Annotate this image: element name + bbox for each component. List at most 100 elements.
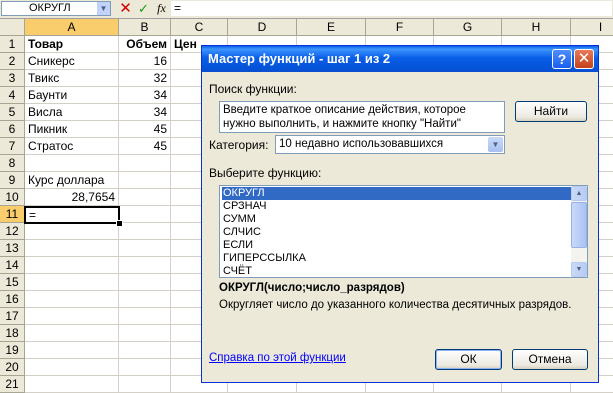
column-header-f[interactable]: F bbox=[366, 19, 434, 36]
function-list-item[interactable]: ЕСЛИ bbox=[222, 239, 571, 252]
enter-formula-icon[interactable]: ✓ bbox=[135, 1, 152, 16]
function-list-item[interactable]: СЛЧИС bbox=[222, 226, 571, 239]
find-button[interactable]: Найти bbox=[515, 101, 587, 122]
column-header-g[interactable]: G bbox=[434, 19, 502, 36]
chevron-down-icon[interactable]: ▼ bbox=[488, 137, 503, 152]
column-header-h[interactable]: H bbox=[502, 19, 571, 36]
cell-a19[interactable] bbox=[25, 342, 119, 359]
column-header-i[interactable]: I bbox=[571, 19, 613, 36]
cell-b21[interactable] bbox=[119, 376, 171, 393]
function-list-item[interactable]: СРЗНАЧ bbox=[222, 200, 571, 213]
row-header-11[interactable]: 11 bbox=[0, 206, 25, 223]
row-header-16[interactable]: 16 bbox=[0, 291, 25, 308]
scrollbar-thumb[interactable] bbox=[571, 202, 587, 248]
cell-a4[interactable]: Баунти bbox=[25, 87, 119, 104]
row-header-12[interactable]: 12 bbox=[0, 223, 25, 240]
cell-b12[interactable] bbox=[119, 223, 171, 240]
cell-a8[interactable] bbox=[25, 155, 119, 172]
column-header-e[interactable]: E bbox=[297, 19, 366, 36]
row-header-4[interactable]: 4 bbox=[0, 87, 25, 104]
cell-a2[interactable]: Сникерс bbox=[25, 53, 119, 70]
row-header-2[interactable]: 2 bbox=[0, 53, 25, 70]
cell-a15[interactable] bbox=[25, 274, 119, 291]
cell-b11[interactable] bbox=[119, 206, 171, 223]
cell-b14[interactable] bbox=[119, 257, 171, 274]
row-header-15[interactable]: 15 bbox=[0, 274, 25, 291]
function-list-item[interactable]: ГИПЕРССЫЛКА bbox=[222, 252, 571, 265]
cell-a7[interactable]: Стратос bbox=[25, 138, 119, 155]
category-select[interactable]: 10 недавно использовавшихся ▼ bbox=[275, 135, 505, 154]
cell-a5[interactable]: Висла bbox=[25, 104, 119, 121]
active-cell[interactable]: = bbox=[24, 206, 120, 224]
cell-b1[interactable]: Объем bbox=[119, 36, 171, 53]
column-header-d[interactable]: D bbox=[228, 19, 297, 36]
row-header-21[interactable]: 21 bbox=[0, 376, 25, 393]
function-list-item[interactable]: СЧЁТ bbox=[222, 265, 571, 278]
cell-b16[interactable] bbox=[119, 291, 171, 308]
row-header-10[interactable]: 10 bbox=[0, 189, 25, 206]
row-header-6[interactable]: 6 bbox=[0, 121, 25, 138]
fill-handle[interactable] bbox=[116, 220, 123, 227]
cell-a21[interactable] bbox=[25, 376, 119, 393]
name-box-dropdown-icon[interactable]: ▼ bbox=[97, 2, 110, 15]
search-input[interactable]: Введите краткое описание действия, котор… bbox=[219, 101, 505, 133]
row-header-9[interactable]: 9 bbox=[0, 172, 25, 189]
cell-b15[interactable] bbox=[119, 274, 171, 291]
cell-b3[interactable]: 32 bbox=[119, 70, 171, 87]
cell-a6[interactable]: Пикник bbox=[25, 121, 119, 138]
select-all-corner[interactable] bbox=[0, 19, 25, 36]
cell-b8[interactable] bbox=[119, 155, 171, 172]
row-header-17[interactable]: 17 bbox=[0, 308, 25, 325]
row-header-1[interactable]: 1 bbox=[0, 36, 25, 53]
row-header-8[interactable]: 8 bbox=[0, 155, 25, 172]
function-list-item[interactable]: СУММ bbox=[222, 213, 571, 226]
cell-a10[interactable]: 28,7654 bbox=[25, 189, 119, 206]
column-header-a[interactable]: A bbox=[25, 19, 119, 36]
cell-a9[interactable]: Курс доллара bbox=[25, 172, 119, 189]
cell-b10[interactable] bbox=[119, 189, 171, 206]
function-help-link[interactable]: Справка по этой функции bbox=[209, 352, 346, 364]
cell-a1[interactable]: Товар bbox=[25, 36, 119, 53]
cell-a12[interactable] bbox=[25, 223, 119, 240]
scroll-up-icon[interactable]: ▲ bbox=[571, 186, 587, 201]
cell-b6[interactable]: 45 bbox=[119, 121, 171, 138]
cancel-formula-icon[interactable]: ✕ bbox=[117, 1, 134, 16]
row-header-18[interactable]: 18 bbox=[0, 325, 25, 342]
row-header-5[interactable]: 5 bbox=[0, 104, 25, 121]
row-header-19[interactable]: 19 bbox=[0, 342, 25, 359]
cell-b20[interactable] bbox=[119, 359, 171, 376]
cell-b2[interactable]: 16 bbox=[119, 53, 171, 70]
cell-b13[interactable] bbox=[119, 240, 171, 257]
cell-a16[interactable] bbox=[25, 291, 119, 308]
dialog-titlebar[interactable]: Мастер функций - шаг 1 из 2 ? ✕ bbox=[202, 46, 598, 72]
row-header-20[interactable]: 20 bbox=[0, 359, 25, 376]
function-list-item[interactable]: ОКРУГЛ bbox=[222, 187, 571, 200]
name-box[interactable]: ОКРУГЛ ▼ bbox=[1, 1, 111, 16]
row-header-7[interactable]: 7 bbox=[0, 138, 25, 155]
cell-b18[interactable] bbox=[119, 325, 171, 342]
cell-a3[interactable]: Твикс bbox=[25, 70, 119, 87]
column-header-c[interactable]: C bbox=[171, 19, 228, 36]
help-icon[interactable]: ? bbox=[552, 49, 572, 69]
row-header-14[interactable]: 14 bbox=[0, 257, 25, 274]
cell-b7[interactable]: 45 bbox=[119, 138, 171, 155]
cell-a13[interactable] bbox=[25, 240, 119, 257]
cell-b4[interactable]: 34 bbox=[119, 87, 171, 104]
cell-a14[interactable] bbox=[25, 257, 119, 274]
cell-a20[interactable] bbox=[25, 359, 119, 376]
function-list-scrollbar[interactable]: ▲ ▼ bbox=[571, 186, 587, 277]
close-icon[interactable]: ✕ bbox=[574, 49, 594, 69]
cell-b9[interactable] bbox=[119, 172, 171, 189]
column-header-b[interactable]: B bbox=[119, 19, 171, 36]
cell-b17[interactable] bbox=[119, 308, 171, 325]
ok-button[interactable]: ОК bbox=[435, 349, 502, 370]
row-header-3[interactable]: 3 bbox=[0, 70, 25, 87]
scroll-down-icon[interactable]: ▼ bbox=[571, 262, 587, 277]
formula-input[interactable]: = bbox=[171, 1, 612, 16]
insert-function-icon[interactable]: fx bbox=[153, 1, 170, 16]
cell-b5[interactable]: 34 bbox=[119, 104, 171, 121]
cancel-button[interactable]: Отмена bbox=[512, 349, 588, 370]
cell-a18[interactable] bbox=[25, 325, 119, 342]
row-header-13[interactable]: 13 bbox=[0, 240, 25, 257]
cell-b19[interactable] bbox=[119, 342, 171, 359]
